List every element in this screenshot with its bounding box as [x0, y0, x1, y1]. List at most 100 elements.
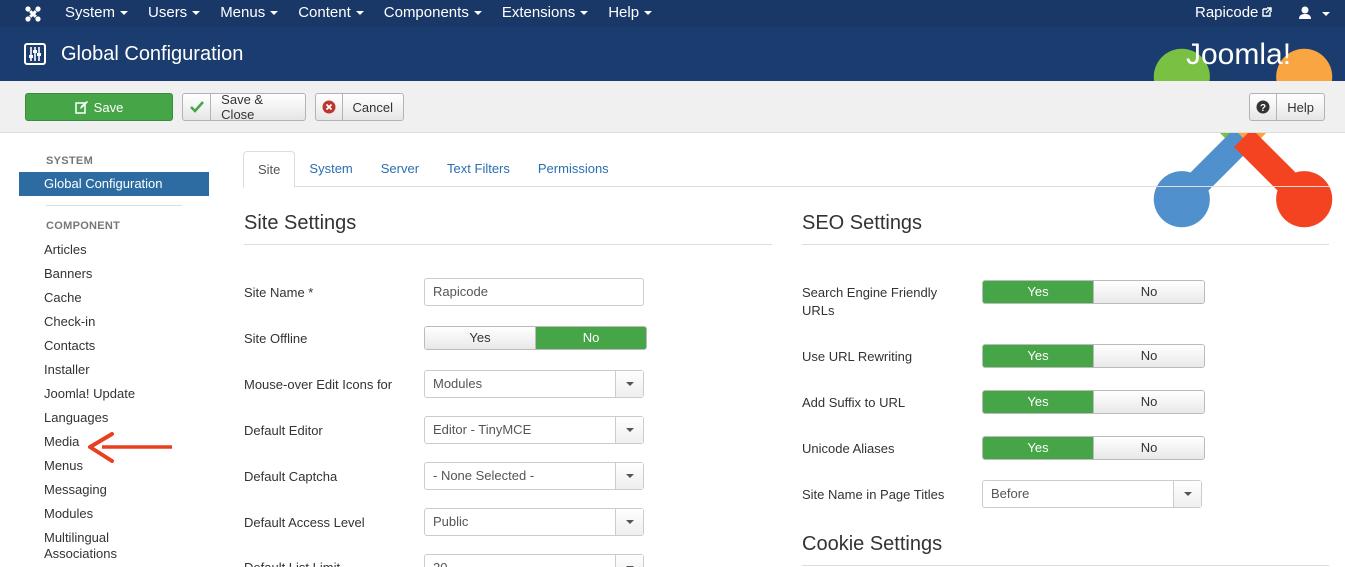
menu-label: Components	[383, 4, 469, 21]
select-value: Editor - TinyMCE	[433, 422, 532, 437]
menu-extensions[interactable]: Extensions	[492, 0, 598, 27]
menu-help[interactable]: Help	[598, 0, 662, 27]
list-limit-select[interactable]: 20	[424, 554, 644, 567]
chevron-down-icon	[615, 463, 643, 489]
default-captcha-label: Default Captcha	[244, 469, 338, 484]
tab-site[interactable]: Site	[243, 151, 296, 188]
arrow-annotation-icon	[88, 432, 172, 463]
cookie-settings-heading: Cookie Settings	[802, 533, 1329, 566]
user-icon[interactable]	[1298, 5, 1332, 23]
url-rewriting-no[interactable]: No	[1093, 345, 1204, 367]
check-icon	[183, 94, 212, 120]
save-close-label: Save & Close	[221, 92, 264, 122]
svg-text:?: ?	[1260, 103, 1266, 114]
url-rewriting-toggle: Yes No	[982, 344, 1205, 368]
cancel-icon	[316, 94, 343, 120]
sidebar-item-check-in[interactable]: Check-in	[19, 310, 209, 334]
edit-icons-label: Mouse-over Edit Icons for	[244, 377, 393, 392]
caret-down-icon	[120, 11, 129, 16]
tab-text-filters[interactable]: Text Filters	[433, 151, 524, 187]
sidebar-item-contacts[interactable]: Contacts	[19, 334, 209, 358]
site-link[interactable]: Rapicode	[1195, 0, 1273, 26]
select-value: 20	[433, 555, 447, 567]
help-label: Help	[1287, 99, 1314, 115]
menu-system[interactable]: System	[55, 0, 138, 27]
url-suffix-yes[interactable]: Yes	[983, 391, 1093, 413]
default-captcha-select[interactable]: - None Selected -	[424, 462, 644, 490]
sidebar-item-languages[interactable]: Languages	[19, 406, 209, 430]
cancel-button[interactable]: Cancel	[315, 93, 404, 121]
sidebar-item-articles[interactable]: Articles	[19, 238, 209, 262]
menu-users[interactable]: Users	[138, 0, 210, 27]
main-menu: System Users Menus Content Components Ex…	[55, 0, 662, 27]
sef-urls-no[interactable]: No	[1093, 281, 1204, 303]
tab-server[interactable]: Server	[367, 151, 433, 187]
sidebar-heading-system: SYSTEM	[46, 155, 94, 167]
sidebar-item-multilingual-associations[interactable]: Multilingual Associations	[19, 526, 139, 561]
site-offline-no[interactable]: No	[535, 327, 646, 349]
menu-content[interactable]: Content	[288, 0, 374, 27]
url-suffix-no[interactable]: No	[1093, 391, 1204, 413]
sidebar-heading-component: COMPONENT	[46, 220, 121, 232]
sef-urls-yes[interactable]: Yes	[983, 281, 1093, 303]
sidebar-item-installer[interactable]: Installer	[19, 358, 209, 382]
help-button[interactable]: ? Help	[1249, 93, 1325, 121]
menu-label: Users	[148, 4, 188, 21]
tab-system[interactable]: System	[295, 151, 366, 187]
equalizer-icon	[24, 43, 46, 65]
select-value: - None Selected -	[433, 468, 535, 483]
chevron-down-icon	[615, 417, 643, 443]
site-settings-heading: Site Settings	[244, 212, 772, 245]
sef-urls-label: Search Engine Friendly URLs	[802, 285, 938, 318]
sidebar-item-cache[interactable]: Cache	[19, 286, 209, 310]
url-suffix-toggle: Yes No	[982, 390, 1205, 414]
site-offline-yes[interactable]: Yes	[425, 327, 535, 349]
site-name-input[interactable]: Rapicode	[424, 278, 644, 306]
sidebar-item-global-configuration[interactable]: Global Configuration	[19, 172, 209, 196]
url-suffix-label: Add Suffix to URL	[802, 395, 906, 410]
question-icon: ?	[1250, 94, 1278, 120]
menu-menus[interactable]: Menus	[210, 0, 288, 27]
unicode-aliases-toggle: Yes No	[982, 436, 1205, 460]
url-rewriting-label: Use URL Rewriting	[802, 349, 913, 364]
default-editor-label: Default Editor	[244, 423, 323, 438]
menu-label: Help	[608, 4, 640, 21]
save-label: Save	[93, 99, 124, 115]
caret-down-icon	[580, 11, 589, 16]
select-value: Public	[433, 514, 469, 529]
menu-components[interactable]: Components	[374, 0, 492, 27]
site-offline-label: Site Offline	[244, 331, 308, 346]
config-tabs: Site System Server Text Filters Permissi…	[243, 151, 1329, 188]
joomla-brand-text: Joomla!	[1186, 38, 1292, 71]
select-value: Modules	[433, 376, 483, 391]
caret-down-icon	[473, 11, 482, 16]
tab-permissions[interactable]: Permissions	[524, 151, 623, 187]
sidebar-item-banners[interactable]: Banners	[19, 262, 209, 286]
page-titles-select[interactable]: Before	[982, 480, 1202, 508]
sidebar-item-messaging[interactable]: Messaging	[19, 478, 209, 502]
sidebar-item-joomla-update[interactable]: Joomla! Update	[19, 382, 209, 406]
external-link-icon	[1262, 7, 1273, 17]
caret-down-icon	[355, 11, 364, 16]
site-offline-toggle: Yes No	[424, 326, 647, 350]
edit-icon	[74, 94, 88, 120]
access-level-label: Default Access Level	[244, 515, 365, 530]
menu-label: Content	[298, 4, 351, 21]
access-level-select[interactable]: Public	[424, 508, 644, 536]
select-value: Before	[991, 486, 1030, 501]
toolbar: Save Save & Close Cancel ? Help	[0, 81, 1345, 133]
edit-icons-select[interactable]: Modules	[424, 370, 644, 398]
unicode-aliases-no[interactable]: No	[1093, 437, 1204, 459]
url-rewriting-yes[interactable]: Yes	[983, 345, 1093, 367]
site-name-label: Rapicode	[1195, 4, 1259, 21]
sidebar-item-modules[interactable]: Modules	[19, 502, 209, 526]
caret-down-icon	[270, 11, 279, 16]
unicode-aliases-yes[interactable]: Yes	[983, 437, 1093, 459]
unicode-aliases-label: Unicode Aliases	[802, 441, 895, 456]
top-navbar: System Users Menus Content Components Ex…	[0, 0, 1345, 27]
save-close-button[interactable]: Save & Close	[182, 92, 306, 122]
joomla-mini-icon[interactable]	[24, 5, 42, 23]
sidebar: SYSTEM Global Configuration COMPONENT Ar…	[19, 155, 209, 561]
default-editor-select[interactable]: Editor - TinyMCE	[424, 416, 644, 444]
save-button[interactable]: Save	[25, 93, 173, 121]
